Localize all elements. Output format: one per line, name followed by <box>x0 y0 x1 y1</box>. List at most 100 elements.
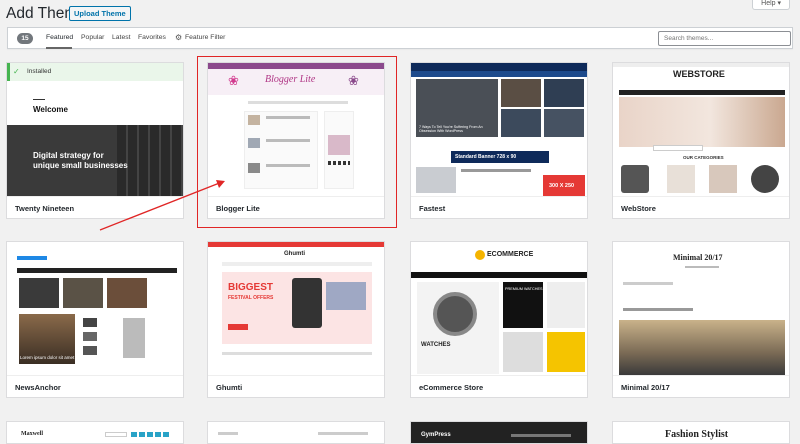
tab-featured-underline <box>46 47 72 49</box>
section-divider <box>222 352 372 355</box>
installed-label: Installed <box>27 68 52 75</box>
theme-card-ghumti[interactable]: Ghumti BIGGEST FESTIVAL OFFERS Ghumti <box>207 241 385 398</box>
tab-featured[interactable]: Featured <box>46 34 73 41</box>
theme-name-bar: WebStore <box>613 196 789 218</box>
search-themes-input[interactable] <box>658 31 791 46</box>
theme-count-badge: 15 <box>17 33 33 44</box>
nav-bar <box>411 71 587 77</box>
theme-name-bar: NewsAnchor <box>7 375 183 397</box>
theme-name: Twenty Nineteen <box>15 204 75 213</box>
category-image <box>751 165 779 193</box>
theme-screenshot[interactable]: 7 Ways To Tell You're Suffering From An … <box>411 63 587 196</box>
tab-popular[interactable]: Popular <box>81 34 104 41</box>
theme-card-fastest[interactable]: 7 Ways To Tell You're Suffering From An … <box>410 62 588 219</box>
logo-bar <box>17 256 47 260</box>
theme-name: eCommerce Store <box>419 383 484 392</box>
theme-name: Ghumti <box>216 383 243 392</box>
top-bar <box>411 63 587 71</box>
feature-image <box>544 109 584 137</box>
theme-name: NewsAnchor <box>15 383 61 392</box>
search-box <box>653 145 703 151</box>
post-title-line <box>623 308 693 311</box>
post-thumb <box>83 346 97 355</box>
category-image <box>709 165 737 193</box>
theme-name: Fastest <box>419 204 446 213</box>
theme-card-newsanchor[interactable]: Lorem ipsum dolor sit amet NewsAnchor <box>6 241 184 398</box>
promo-text: PREMIUM WATCHES <box>505 287 543 291</box>
category-image <box>621 165 649 193</box>
promo-subtitle: FESTIVAL OFFERS <box>228 295 274 301</box>
theme-name-bar: Twenty Nineteen <box>7 196 183 218</box>
upload-theme-button[interactable]: Upload Theme <box>69 6 131 21</box>
theme-card-minimal-2017[interactable]: Minimal 20/17 Minimal 20/17 <box>612 241 790 398</box>
theme-card-fashion-stylist[interactable]: Fashion Stylist <box>612 421 790 444</box>
theme-name: Minimal 20/17 <box>621 383 670 392</box>
checkmark-icon: ✓ <box>13 67 20 76</box>
theme-card-maxwell[interactable]: Maxwell <box>6 421 184 444</box>
theme-card-gympress[interactable]: GymPress <box>410 421 588 444</box>
theme-name-bar: Ghumti <box>208 375 384 397</box>
theme-screenshot[interactable]: ECOMMERCE WATCHES PREMIUM WATCHES <box>411 242 587 375</box>
banner-text: Standard Banner 728 x 90 <box>455 154 517 160</box>
product-image <box>292 278 322 328</box>
logo-mark <box>475 250 485 260</box>
top-bar <box>208 242 384 247</box>
theme-name-bar: Fastest <box>411 196 587 218</box>
post-thumb <box>63 278 103 308</box>
theme-card-webstore[interactable]: WEBSTORE OUR CATEGORIES WebStore <box>612 62 790 219</box>
text-line <box>461 169 531 172</box>
theme-card-ecommerce-store[interactable]: ECOMMERCE WATCHES PREMIUM WATCHES eComme… <box>410 241 588 398</box>
preview-logo: GymPress <box>421 432 451 438</box>
theme-card-twenty-nineteen[interactable]: ✓ Installed Welcome Digital strategy for… <box>6 62 184 219</box>
theme-screenshot[interactable]: Minimal 20/17 <box>613 242 789 375</box>
theme-screenshot[interactable]: Lorem ipsum dolor sit amet <box>7 242 183 375</box>
post-thumb <box>19 278 59 308</box>
tab-favorites[interactable]: Favorites <box>138 34 166 41</box>
promo-tile <box>503 332 543 372</box>
feature-caption: Lorem ipsum dolor sit amet <box>20 355 75 360</box>
nav-bar <box>411 272 587 278</box>
watch-image <box>433 292 477 336</box>
nav-bar <box>17 268 177 273</box>
preview-logo: WEBSTORE <box>673 69 725 79</box>
preview-logo: ECOMMERCE <box>487 251 534 258</box>
section-title: OUR CATEGORIES <box>683 155 724 160</box>
theme-screenshot[interactable]: ✓ Installed Welcome Digital strategy for… <box>7 63 183 196</box>
menu <box>318 432 368 435</box>
feature-image <box>501 109 541 137</box>
theme-card[interactable] <box>207 421 385 444</box>
gear-icon: ⚙ <box>175 33 183 42</box>
shop-button <box>228 324 248 330</box>
promo-tile <box>547 332 585 372</box>
post-thumb <box>83 318 97 327</box>
theme-name: WebStore <box>621 204 656 213</box>
post-thumb <box>416 167 456 193</box>
theme-filter-bar: 15 Featured Popular Latest Favorites ⚙ F… <box>7 27 793 49</box>
logo-bar <box>218 432 238 435</box>
preview-logo: Maxwell <box>21 431 43 437</box>
feature-image <box>619 320 785 375</box>
sidebar-image <box>123 318 145 358</box>
theme-screenshot[interactable]: WEBSTORE OUR CATEGORIES <box>613 63 789 196</box>
preview-logo: Minimal 20/17 <box>673 253 723 262</box>
preview-headline: 7 Ways To Tell You're Suffering From An … <box>419 125 483 133</box>
promo-tile <box>547 282 585 328</box>
feature-image <box>544 79 584 107</box>
preview-logo: Ghumti <box>284 251 305 257</box>
theme-name-bar: eCommerce Store <box>411 375 587 397</box>
tab-latest[interactable]: Latest <box>112 34 131 41</box>
promo-title: BIGGEST <box>228 282 274 293</box>
preview-tagline-2: unique small businesses <box>33 161 128 170</box>
help-tab[interactable]: Help ▾ <box>752 0 790 10</box>
search-box <box>105 432 127 437</box>
nav-bar <box>619 90 785 95</box>
divider <box>33 99 45 100</box>
feature-filter-button[interactable]: Feature Filter <box>185 34 225 41</box>
theme-screenshot[interactable]: Ghumti BIGGEST FESTIVAL OFFERS <box>208 242 384 375</box>
top-bar <box>613 63 789 67</box>
post-thumb <box>107 278 147 308</box>
product-image <box>326 282 366 310</box>
ad-label: 300 X 250 <box>549 183 575 189</box>
theme-name-bar: Minimal 20/17 <box>613 375 789 397</box>
preview-tagline-1: Digital strategy for <box>33 151 104 160</box>
